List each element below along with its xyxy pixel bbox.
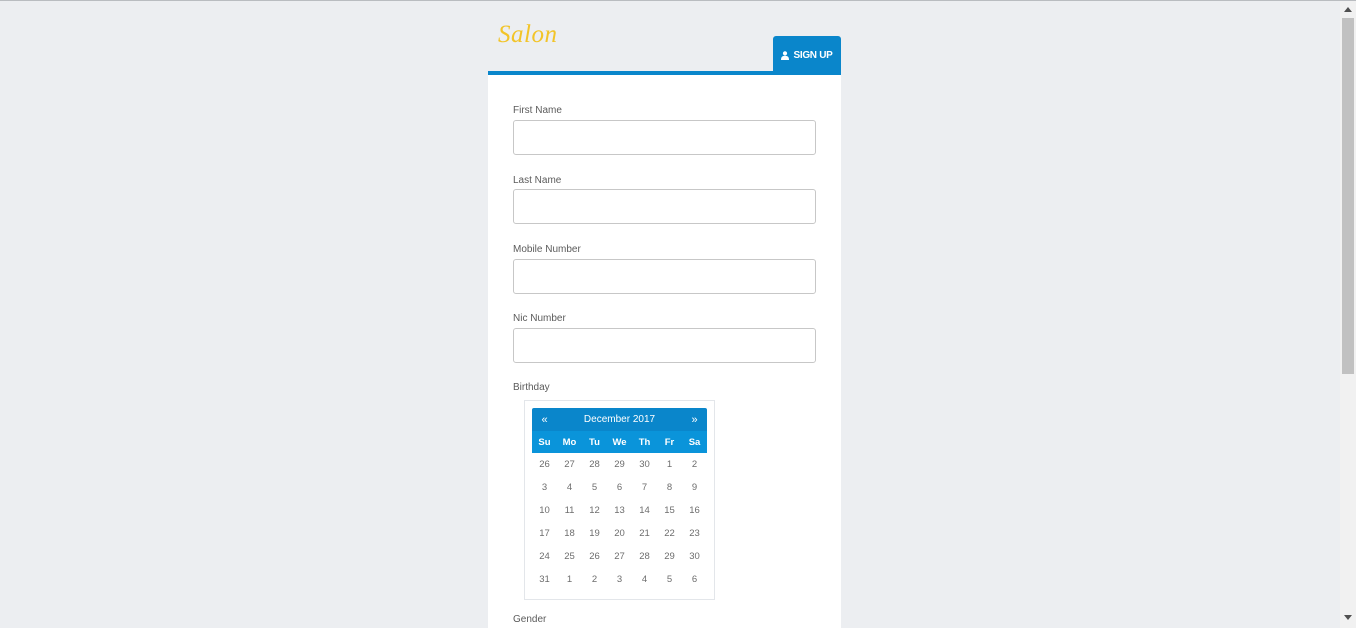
- weekday-label: We: [612, 436, 627, 448]
- weekday-label: Fr: [664, 436, 675, 448]
- datepicker-day[interactable]: 21: [632, 528, 657, 539]
- datepicker-day[interactable]: 5: [582, 482, 607, 493]
- datepicker-day[interactable]: 20: [607, 528, 632, 539]
- weekday-label: Su: [538, 436, 551, 448]
- datepicker-day[interactable]: 19: [582, 528, 607, 539]
- datepicker-day[interactable]: 28: [632, 551, 657, 562]
- datepicker-day[interactable]: 31: [532, 574, 557, 585]
- scroll-up-arrow-icon[interactable]: [1344, 7, 1352, 12]
- datepicker-day[interactable]: 6: [607, 482, 632, 493]
- mobile-number-input[interactable]: [513, 259, 816, 294]
- datepicker-day[interactable]: 12: [582, 505, 607, 516]
- datepicker-day[interactable]: 4: [632, 574, 657, 585]
- weekday-label: Mo: [562, 436, 577, 448]
- datepicker-day[interactable]: 16: [682, 505, 707, 516]
- datepicker-day[interactable]: 24: [532, 551, 557, 562]
- datepicker-next-button[interactable]: »: [682, 414, 707, 426]
- datepicker-day[interactable]: 18: [557, 528, 582, 539]
- page: Salon SIGN UP First Name Last Name Mobil…: [0, 0, 1356, 628]
- datepicker-day[interactable]: 10: [532, 505, 557, 516]
- weekday-label: Sa: [688, 436, 701, 448]
- datepicker-day[interactable]: 2: [582, 574, 607, 585]
- datepicker-day[interactable]: 14: [632, 505, 657, 516]
- user-icon: [781, 50, 790, 60]
- datepicker-week-row: 10 11 12 13 14 15 16: [532, 499, 707, 522]
- datepicker-week-row: 3 4 5 6 7 8 9: [532, 476, 707, 499]
- datepicker-day[interactable]: 9: [682, 482, 707, 493]
- datepicker-day[interactable]: 5: [657, 574, 682, 585]
- datepicker-week-row: 24 25 26 27 28 29 30: [532, 545, 707, 568]
- datepicker-day[interactable]: 23: [682, 528, 707, 539]
- nic-number-input[interactable]: [513, 328, 816, 363]
- weekday-label: Tu: [589, 436, 600, 448]
- nic-number-label: Nic Number: [513, 313, 566, 324]
- datepicker-prev-button[interactable]: «: [532, 414, 557, 426]
- datepicker-day[interactable]: 13: [607, 505, 632, 516]
- last-name-label: Last Name: [513, 175, 562, 186]
- datepicker-day[interactable]: 6: [682, 574, 707, 585]
- scrollbar-thumb[interactable]: [1342, 18, 1354, 374]
- datepicker-day[interactable]: 3: [532, 482, 557, 493]
- datepicker-day[interactable]: 7: [632, 482, 657, 493]
- weekday-label: Th: [638, 436, 651, 448]
- datepicker-days-grid: 26 27 28 29 30 1 2 3 4 5 6 7 8 9 10 11 1…: [532, 453, 707, 591]
- datepicker-header: « December 2017 »: [532, 408, 707, 431]
- vertical-scrollbar[interactable]: [1340, 1, 1356, 628]
- datepicker-day[interactable]: 29: [607, 459, 632, 470]
- salon-logo: Salon: [498, 21, 558, 48]
- birthday-label: Birthday: [513, 382, 550, 393]
- datepicker-day[interactable]: 1: [657, 459, 682, 470]
- datepicker-week-row: 26 27 28 29 30 1 2: [532, 453, 707, 476]
- datepicker-day[interactable]: 27: [607, 551, 632, 562]
- datepicker-day[interactable]: 28: [582, 459, 607, 470]
- first-name-label: First Name: [513, 105, 562, 116]
- signup-form-card: First Name Last Name Mobile Number Nic N…: [488, 71, 841, 628]
- datepicker-day[interactable]: 3: [607, 574, 632, 585]
- first-name-input[interactable]: [513, 120, 816, 155]
- datepicker-month-title[interactable]: December 2017: [557, 414, 682, 425]
- mobile-number-label: Mobile Number: [513, 244, 581, 255]
- datepicker-week-row: 17 18 19 20 21 22 23: [532, 522, 707, 545]
- scroll-down-arrow-icon[interactable]: [1344, 615, 1352, 620]
- datepicker-day[interactable]: 26: [582, 551, 607, 562]
- datepicker-day[interactable]: 26: [532, 459, 557, 470]
- last-name-input[interactable]: [513, 189, 816, 224]
- datepicker-day[interactable]: 1: [557, 574, 582, 585]
- datepicker-day[interactable]: 8: [657, 482, 682, 493]
- datepicker-day[interactable]: 17: [532, 528, 557, 539]
- birthday-datepicker: « December 2017 » Su Mo Tu We Th Fr Sa 2…: [524, 400, 715, 600]
- datepicker-day[interactable]: 30: [632, 459, 657, 470]
- gender-label: Gender: [513, 614, 547, 625]
- datepicker-week-row: 31 1 2 3 4 5 6: [532, 568, 707, 591]
- datepicker-day[interactable]: 2: [682, 459, 707, 470]
- datepicker-day[interactable]: 11: [557, 505, 582, 516]
- datepicker-day[interactable]: 27: [557, 459, 582, 470]
- datepicker-day[interactable]: 29: [657, 551, 682, 562]
- datepicker-day[interactable]: 30: [682, 551, 707, 562]
- datepicker-weekday-row: Su Mo Tu We Th Fr Sa: [532, 431, 707, 453]
- datepicker-day[interactable]: 15: [657, 505, 682, 516]
- signup-button[interactable]: SIGN UP: [773, 36, 841, 74]
- datepicker-day[interactable]: 25: [557, 551, 582, 562]
- datepicker-day[interactable]: 22: [657, 528, 682, 539]
- datepicker-day[interactable]: 4: [557, 482, 582, 493]
- signup-label: SIGN UP: [793, 49, 833, 61]
